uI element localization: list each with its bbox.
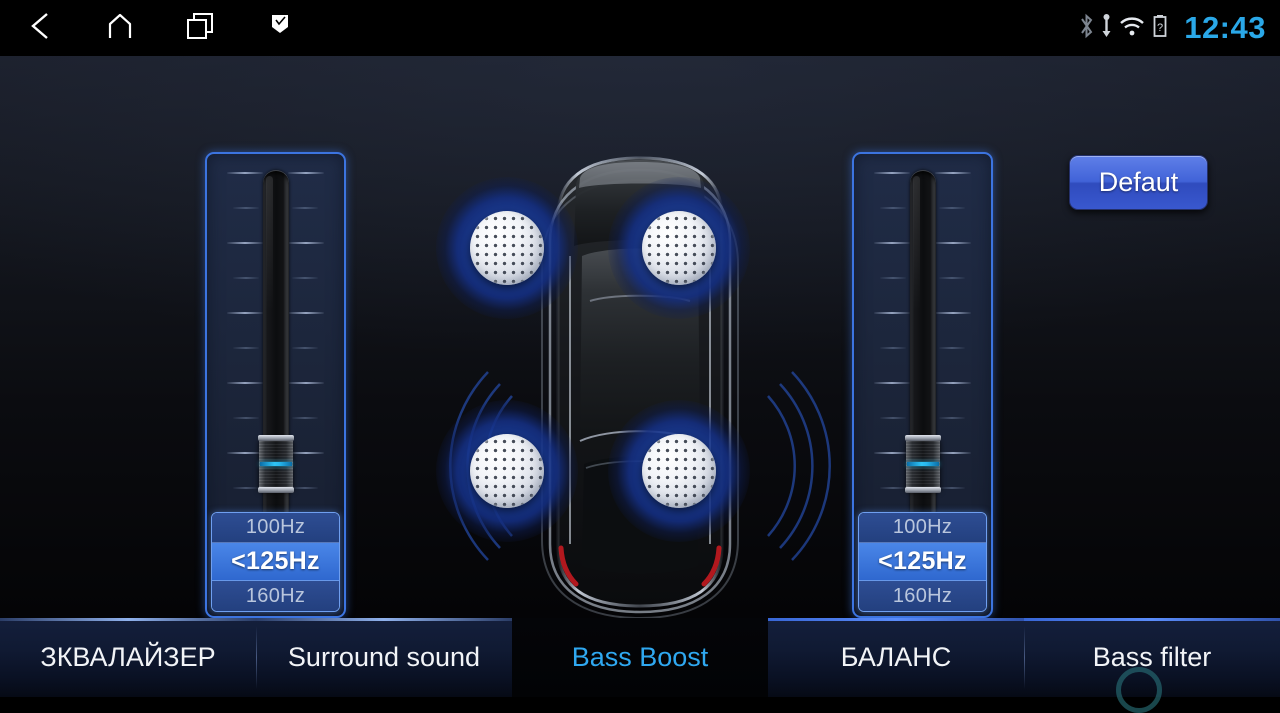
speaker-grille-icon [642,211,716,285]
speaker-rear-right [608,400,750,542]
home-icon [105,11,135,46]
tab-equalizer[interactable]: ЗКВАЛАЙЗЕР [0,618,256,697]
tab-label: Bass filter [1092,642,1212,672]
status-clock: 12:43 [1184,10,1266,45]
watermark-logo [1116,667,1162,713]
frequency-selector-left[interactable]: 100Hz <125Hz 160Hz [211,512,340,612]
thumb-indicator-line [259,462,292,466]
navigation-buttons [0,0,320,56]
speaker-grille-icon [470,211,544,285]
speaker-cone [470,211,544,285]
flag-button[interactable] [240,0,320,56]
home-button[interactable] [80,0,160,56]
tab-label: Bass Boost [571,642,709,672]
default-button[interactable]: Defaut [1069,155,1208,210]
tab-bass-boost[interactable]: Bass Boost [512,618,768,697]
bass-boost-slider-right[interactable]: 100Hz <125Hz 160Hz [852,152,993,618]
bluetooth-icon [1078,13,1095,44]
freq-option-160hz[interactable]: 160Hz [859,581,986,611]
freq-option-125hz-selected[interactable]: <125Hz [859,543,986,581]
recent-apps-button[interactable] [160,0,240,56]
back-icon [27,11,53,46]
freq-option-160hz[interactable]: 160Hz [212,581,339,611]
status-indicators: ? 12:43 [1078,0,1266,56]
tab-label: Surround sound [287,642,481,672]
freq-option-100hz[interactable]: 100Hz [212,513,339,543]
speaker-front-left [436,177,578,319]
speaker-rear-left [436,400,578,542]
slider-thumb-left[interactable] [257,435,294,493]
speaker-cone [470,434,544,508]
thumb-cap-top [257,435,294,441]
frequency-selector-right[interactable]: 100Hz <125Hz 160Hz [858,512,987,612]
speaker-cone [642,211,716,285]
usb-icon [1101,13,1112,44]
freq-option-100hz[interactable]: 100Hz [859,513,986,543]
tab-label: ЗКВАЛАЙЗЕР [40,642,216,672]
speaker-front-right [608,177,750,319]
recent-apps-icon [185,11,215,46]
thumb-cap-bottom [904,487,941,493]
wifi-icon [1118,13,1146,44]
status-bar: ? 12:43 [0,0,1280,56]
thumb-cap-top [904,435,941,441]
flag-icon [267,12,293,45]
slider-thumb-right[interactable] [904,435,941,493]
thumb-cap-bottom [257,487,294,493]
speaker-grille-icon [470,434,544,508]
speaker-grille-icon [642,434,716,508]
tab-balance[interactable]: БАЛАНС [768,618,1024,697]
tab-surround-sound[interactable]: Surround sound [256,618,512,697]
tab-label: БАЛАНС [840,642,952,672]
speaker-cone [642,434,716,508]
thumb-indicator-line [906,462,939,466]
bass-boost-slider-left[interactable]: 100Hz <125Hz 160Hz [205,152,346,618]
tab-bass-filter[interactable]: Bass filter [1024,618,1280,713]
bottom-tab-bar: ЗКВАЛАЙЗЕР Surround sound Bass Boost БАЛ… [0,618,1280,713]
main-content: 100Hz <125Hz 160Hz 100Hz <125Hz 160Hz De… [0,56,1280,618]
freq-option-125hz-selected[interactable]: <125Hz [212,543,339,581]
svg-text:?: ? [1157,22,1163,34]
battery-unknown-icon: ? [1152,13,1168,44]
back-button[interactable] [0,0,80,56]
sound-waves-rear-right [767,371,831,561]
car-speaker-diagram [430,96,850,618]
